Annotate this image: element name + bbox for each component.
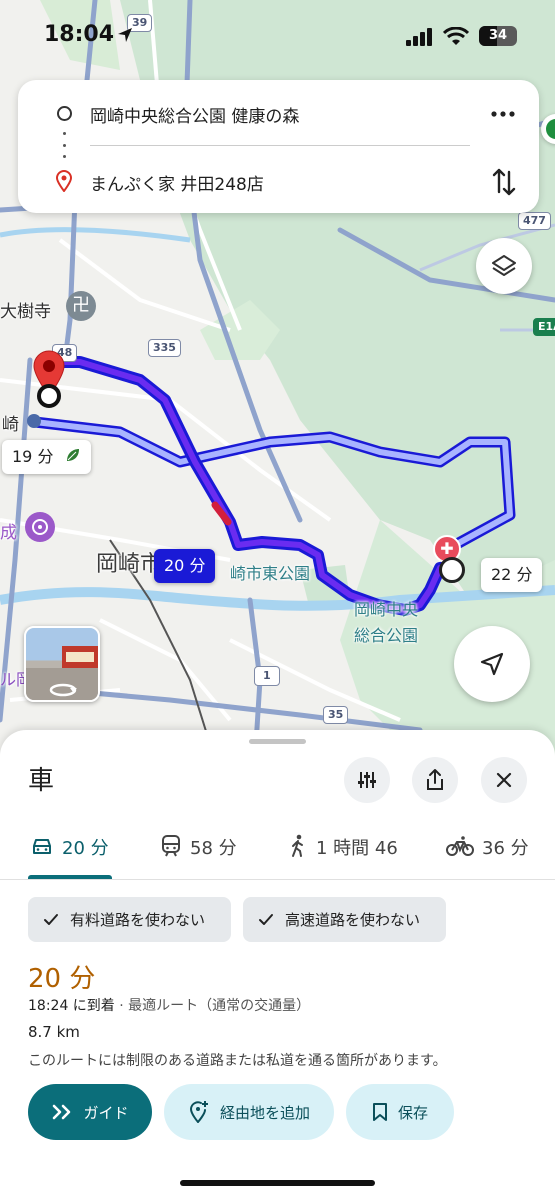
- route-dots-icon: [63, 132, 66, 158]
- train-icon: [162, 835, 180, 857]
- navigation-arrow-icon: [480, 652, 504, 676]
- save-button-label: 保存: [397, 1103, 428, 1122]
- travel-mode-title: 車: [28, 766, 55, 796]
- map-label-daijuji: 大樹寺: [0, 302, 51, 322]
- road-badge-477: 477: [518, 212, 551, 230]
- rotate-360-icon: [46, 680, 80, 700]
- status-time: 18:04: [44, 22, 115, 47]
- shopping-poi-icon[interactable]: [25, 512, 55, 542]
- tab-cycling[interactable]: 36 分: [446, 828, 529, 880]
- tab-driving-label: 20 分: [62, 838, 109, 859]
- origin-marker-icon[interactable]: [439, 557, 465, 583]
- avoid-highways-chip[interactable]: 高速道路を使わない: [243, 897, 446, 942]
- tab-transit-label: 58 分: [190, 838, 237, 859]
- map-label-central-park-2: 総合公園: [354, 626, 419, 645]
- avoid-tolls-label: 有料道路を使わない: [70, 911, 206, 929]
- road-badge-e1a: E1A: [533, 318, 555, 336]
- route-distance: 8.7 km: [28, 1023, 80, 1041]
- guide-button[interactable]: ガイド: [28, 1084, 152, 1140]
- active-tab-indicator: [28, 875, 112, 879]
- map-label-higashi-park: 崎市東公園: [230, 564, 311, 583]
- tab-walking-label: 1 時間 46: [316, 838, 398, 859]
- eta-bubble-alt-2[interactable]: 22 分: [481, 558, 543, 592]
- eta-bubble-alt-1[interactable]: 19 分: [2, 440, 91, 474]
- bookmark-icon: [372, 1103, 387, 1121]
- status-bar: 18:04 34: [0, 0, 555, 72]
- destination-ring-icon: [37, 384, 61, 408]
- more-options-button[interactable]: [488, 102, 518, 126]
- battery-level: 34: [488, 28, 508, 43]
- location-services-icon: [118, 28, 132, 42]
- wifi-icon: [443, 27, 469, 45]
- guide-button-label: ガイド: [83, 1103, 129, 1122]
- sheet-drag-handle[interactable]: [249, 739, 306, 744]
- plus-icon: [546, 119, 555, 139]
- my-location-button[interactable]: [454, 626, 530, 702]
- tab-cycling-label: 36 分: [482, 838, 529, 859]
- directions-card: 岡崎中央総合公園 健康の森 まんぷく家 井田248店: [18, 80, 539, 213]
- add-location-icon: [189, 1101, 208, 1123]
- share-button[interactable]: [412, 757, 458, 803]
- avoid-highways-label: 高速道路を使わない: [285, 911, 421, 929]
- swap-vertical-icon: [492, 168, 516, 196]
- close-icon: [496, 772, 512, 788]
- battery-indicator: 34: [479, 26, 517, 46]
- road-badge-335: 335: [148, 339, 181, 357]
- map-label-okazaki-left: 崎: [2, 415, 19, 435]
- eta-bubble-selected[interactable]: 20 分: [154, 549, 216, 583]
- tab-transit[interactable]: 58 分: [160, 828, 237, 880]
- route-options-button[interactable]: [344, 757, 390, 803]
- tune-sliders-icon: [358, 772, 376, 788]
- check-icon: [44, 913, 58, 925]
- tab-walking[interactable]: 1 時間 46: [288, 828, 398, 880]
- add-stop-button[interactable]: 経由地を追加: [164, 1084, 334, 1140]
- station-poi-icon[interactable]: [27, 414, 41, 428]
- swap-route-button[interactable]: [490, 166, 518, 198]
- destination-field[interactable]: まんぷく家 井田248店: [90, 170, 264, 195]
- save-button[interactable]: 保存: [346, 1084, 454, 1140]
- route-description: · 最適ルート（通常の交通量）: [114, 998, 311, 1014]
- travel-mode-tabs: 20 分 58 分 1 時間 46 36 分: [0, 828, 555, 880]
- avoid-tolls-chip[interactable]: 有料道路を使わない: [28, 897, 231, 942]
- add-stop-label: 経由地を追加: [219, 1103, 310, 1122]
- street-view-thumbnail[interactable]: [24, 626, 100, 702]
- share-icon: [427, 769, 443, 790]
- road-badge-1: 1: [254, 666, 280, 686]
- walk-icon: [292, 834, 303, 857]
- check-icon: [259, 913, 273, 925]
- leaf-icon: [65, 441, 81, 475]
- route-duration: 20 分: [28, 964, 96, 994]
- field-divider: [90, 145, 470, 146]
- cellular-signal-icon: [406, 28, 432, 46]
- eta-alt-1-text: 19 分: [12, 447, 54, 466]
- origin-field[interactable]: 岡崎中央総合公園 健康の森: [90, 102, 299, 127]
- map-label-sei: 成: [0, 523, 17, 543]
- arrival-time: 18:24 に到着: [28, 998, 115, 1014]
- destination-pin-small-icon: [55, 170, 73, 192]
- arrival-info: 18:24 に到着 · 最適ルート（通常の交通量）: [28, 995, 310, 1015]
- layers-button[interactable]: [476, 238, 532, 294]
- map-label-central-park-1: 岡崎中央: [354, 600, 419, 619]
- bicycle-icon: [446, 836, 474, 856]
- map-label-okazaki-city: 岡崎市: [96, 552, 163, 577]
- temple-poi-icon[interactable]: 卍: [66, 291, 96, 321]
- home-indicator[interactable]: [180, 1180, 375, 1186]
- car-icon: [33, 839, 51, 854]
- layers-icon: [492, 255, 516, 276]
- close-button[interactable]: [481, 757, 527, 803]
- route-bottom-sheet[interactable]: 車 20 分 58 分 1 時間 46 36 分 有料道路を使わない 高速道路を…: [0, 730, 555, 1200]
- restricted-road-notice: このルートには制限のある道路または私道を通る箇所があります。: [28, 1053, 447, 1069]
- double-chevron-icon: [53, 1104, 71, 1120]
- road-badge-35: 35: [323, 706, 349, 724]
- origin-circle-icon: [57, 106, 72, 121]
- more-horizontal-icon: [491, 111, 515, 117]
- tab-driving[interactable]: 20 分: [30, 828, 109, 880]
